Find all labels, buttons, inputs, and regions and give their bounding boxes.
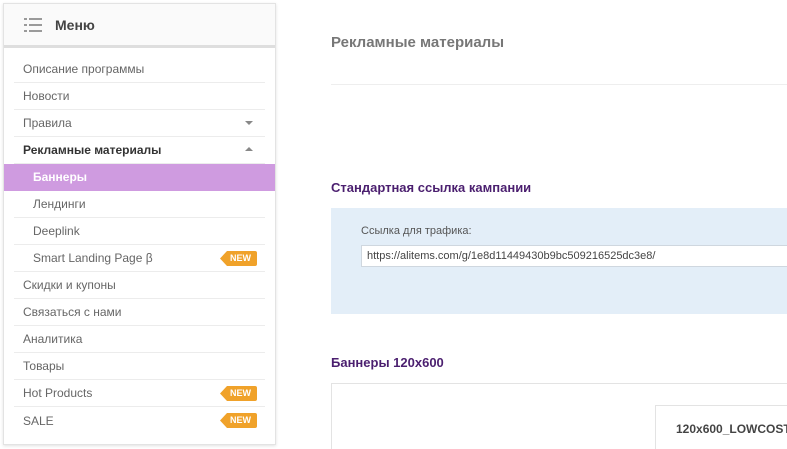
new-badge: NEW (220, 386, 257, 401)
sidebar-item-discounts-coupons[interactable]: Скидки и купоны (14, 272, 265, 299)
banners-container: 120x600_LOWCOST (331, 383, 787, 449)
chevron-down-icon (245, 121, 253, 125)
sidebar-item-banners[interactable]: Баннеры (4, 164, 275, 191)
sidebar-item-promo-materials[interactable]: Рекламные материалы (14, 137, 265, 164)
sidebar-item-label: Правила (23, 116, 72, 130)
sidebar-item-news[interactable]: Новости (14, 83, 265, 110)
banner-card[interactable]: 120x600_LOWCOST (655, 405, 787, 449)
chevron-up-icon (245, 147, 253, 151)
traffic-link-input[interactable] (361, 245, 787, 267)
sidebar-item-analytics[interactable]: Аналитика (14, 326, 265, 353)
campaign-link-panel: Ссылка для трафика: (331, 208, 787, 314)
sidebar-menu: Меню Описание программы Новости Правила … (3, 3, 276, 445)
sidebar-item-sale[interactable]: SALE NEW (14, 407, 265, 434)
sidebar-item-label: Товары (23, 359, 65, 373)
sidebar-item-hot-products[interactable]: Hot Products NEW (14, 380, 265, 407)
menu-list: Описание программы Новости Правила Рекла… (4, 56, 275, 434)
list-menu-icon (24, 17, 42, 32)
sidebar-item-smart-landing-page[interactable]: Smart Landing Page β NEW (14, 245, 265, 272)
sidebar-item-landings[interactable]: Лендинги (14, 191, 265, 218)
new-badge: NEW (220, 413, 257, 428)
campaign-link-heading: Стандартная ссылка кампании (331, 180, 532, 195)
sidebar-item-label: Аналитика (23, 332, 83, 346)
new-badge: NEW (220, 251, 257, 266)
sidebar-item-label: Связаться с нами (23, 305, 122, 319)
sidebar-item-label: SALE (23, 413, 54, 428)
sidebar-title: Меню (55, 16, 95, 33)
sidebar-item-program-description[interactable]: Описание программы (14, 56, 265, 83)
sidebar-header[interactable]: Меню (4, 4, 275, 48)
sidebar-item-label: Рекламные материалы (23, 143, 162, 157)
banner-name: 120x600_LOWCOST (676, 422, 787, 436)
divider (331, 84, 787, 85)
sidebar-item-deeplink[interactable]: Deeplink (14, 218, 265, 245)
sidebar-item-label: Баннеры (33, 170, 88, 184)
sidebar-item-products[interactable]: Товары (14, 353, 265, 380)
traffic-link-label: Ссылка для трафика: (361, 225, 472, 237)
banners-heading: Баннеры 120x600 (331, 355, 444, 370)
sidebar-item-contact-us[interactable]: Связаться с нами (14, 299, 265, 326)
page-title: Рекламные материалы (331, 34, 505, 51)
sidebar-item-label: Лендинги (33, 197, 86, 211)
sidebar-item-rules[interactable]: Правила (14, 110, 265, 137)
sidebar-item-label: Deeplink (33, 224, 80, 238)
sidebar-item-label: Скидки и купоны (23, 278, 116, 292)
sidebar-item-label: Smart Landing Page β (33, 251, 153, 265)
sidebar-item-label: Новости (23, 89, 70, 103)
sidebar-item-label: Описание программы (23, 62, 145, 76)
sidebar-item-label: Hot Products (23, 386, 93, 400)
